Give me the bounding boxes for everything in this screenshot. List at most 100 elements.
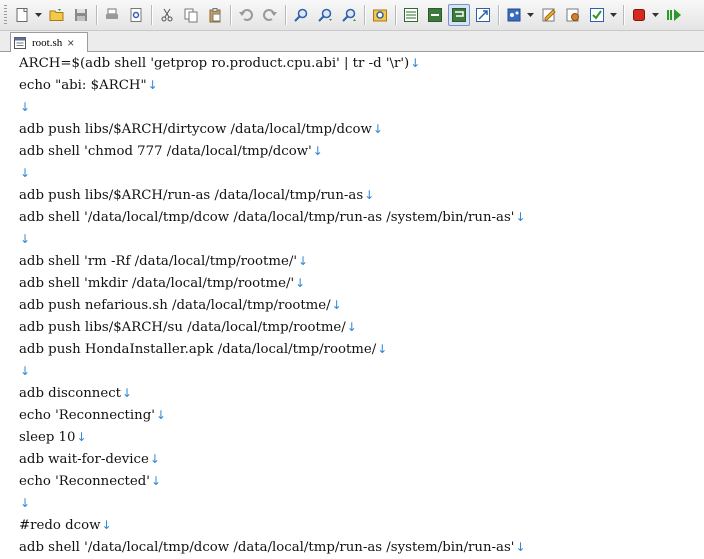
- undo-icon: [238, 7, 254, 23]
- code-line[interactable]: ↓: [19, 228, 30, 250]
- code-text: adb shell '/data/local/tmp/dcow /data/lo…: [19, 210, 515, 225]
- line-ending-icon: ↓: [515, 210, 526, 224]
- chevron-down-icon: [526, 13, 534, 17]
- undo-button[interactable]: [235, 4, 257, 26]
- stop-macro-icon: [631, 7, 647, 23]
- find-button[interactable]: [290, 4, 312, 26]
- code-line[interactable]: #redo dcow↓: [19, 514, 112, 536]
- toolbar-separator: [96, 5, 97, 25]
- toolbar-grip[interactable]: [4, 5, 7, 25]
- code-line[interactable]: adb push libs/$ARCH/su /data/local/tmp/r…: [19, 316, 357, 338]
- find-icon: [293, 7, 309, 23]
- new-file-dropdown[interactable]: [34, 4, 42, 26]
- line-ending-icon: ↓: [20, 364, 31, 378]
- line-ending-icon: ↓: [20, 496, 31, 510]
- tab-root-sh[interactable]: root.sh ×: [10, 32, 88, 52]
- redo-button[interactable]: [259, 4, 281, 26]
- show-whitespace-button[interactable]: [424, 4, 446, 26]
- encoding-button[interactable]: [503, 4, 525, 26]
- toolbar-separator: [623, 5, 624, 25]
- view-settings-button[interactable]: [562, 4, 584, 26]
- code-text: adb shell 'rm -Rf /data/local/tmp/rootme…: [19, 254, 297, 269]
- spellcheck-dropdown[interactable]: [609, 4, 617, 26]
- print-preview-button[interactable]: [125, 4, 147, 26]
- code-line[interactable]: sleep 10↓: [19, 426, 87, 448]
- code-text: sleep 10: [19, 430, 76, 445]
- code-editor[interactable]: ARCH=$(adb shell 'getprop ro.product.cpu…: [0, 52, 704, 559]
- line-ending-icon: ↓: [312, 144, 323, 158]
- find-next-button[interactable]: [314, 4, 336, 26]
- code-line[interactable]: adb push libs/$ARCH/dirtycow /data/local…: [19, 118, 383, 140]
- edit-settings-button[interactable]: [538, 4, 560, 26]
- code-line[interactable]: adb shell '/data/local/tmp/dcow /data/lo…: [19, 206, 526, 228]
- line-ending-icon: ↓: [150, 474, 161, 488]
- code-text: adb shell 'mkdir /data/local/tmp/rootme/…: [19, 276, 295, 291]
- save-button[interactable]: [70, 4, 92, 26]
- code-line[interactable]: echo 'Reconnecting'↓: [19, 404, 166, 426]
- code-text: ARCH=$(adb shell 'getprop ro.product.cpu…: [19, 56, 410, 71]
- line-ending-icon: ↓: [149, 452, 160, 466]
- code-line[interactable]: adb push HondaInstaller.apk /data/local/…: [19, 338, 387, 360]
- show-line-endings-icon: [451, 7, 467, 23]
- encoding-dropdown[interactable]: [526, 4, 534, 26]
- line-ending-icon: ↓: [147, 78, 158, 92]
- chevron-down-icon: [651, 13, 659, 17]
- find-in-files-button[interactable]: [369, 4, 391, 26]
- line-ending-icon: ↓: [346, 320, 357, 334]
- find-previous-button[interactable]: [338, 4, 360, 26]
- paste-icon: [207, 7, 223, 23]
- stop-macro-button[interactable]: [628, 4, 650, 26]
- copy-button[interactable]: [180, 4, 202, 26]
- code-line[interactable]: ↓: [19, 96, 30, 118]
- new-file-button[interactable]: [11, 4, 33, 26]
- code-text: adb disconnect: [19, 386, 122, 401]
- find-previous-icon: [341, 7, 357, 23]
- code-line[interactable]: adb shell 'rm -Rf /data/local/tmp/rootme…: [19, 250, 308, 272]
- fullscreen-button[interactable]: [472, 4, 494, 26]
- toolbar-separator: [364, 5, 365, 25]
- open-folder-button[interactable]: [46, 4, 68, 26]
- code-line[interactable]: echo 'Reconnected'↓: [19, 470, 161, 492]
- code-text: adb shell '/data/local/tmp/dcow /data/lo…: [19, 540, 515, 555]
- word-wrap-button[interactable]: [400, 4, 422, 26]
- code-line[interactable]: adb push nefarious.sh /data/local/tmp/ro…: [19, 294, 342, 316]
- code-line[interactable]: adb wait-for-device↓: [19, 448, 160, 470]
- code-line[interactable]: adb disconnect↓: [19, 382, 132, 404]
- code-line[interactable]: ↓: [19, 360, 30, 382]
- line-ending-icon: ↓: [76, 430, 87, 444]
- code-line[interactable]: ARCH=$(adb shell 'getprop ro.product.cpu…: [19, 52, 420, 74]
- paste-button[interactable]: [204, 4, 226, 26]
- code-line[interactable]: ↓: [19, 492, 30, 514]
- print-button[interactable]: [101, 4, 123, 26]
- code-line[interactable]: ↓: [19, 162, 30, 184]
- show-line-endings-button[interactable]: [448, 4, 470, 26]
- line-ending-icon: ↓: [101, 518, 112, 532]
- code-text: adb shell 'chmod 777 /data/local/tmp/dco…: [19, 144, 312, 159]
- tab-close-icon[interactable]: ×: [67, 37, 74, 49]
- spellcheck-icon: [589, 7, 605, 23]
- play-macro-icon: [666, 7, 682, 23]
- cut-button[interactable]: [156, 4, 178, 26]
- toolbar-separator: [151, 5, 152, 25]
- code-line[interactable]: adb shell '/data/local/tmp/dcow /data/lo…: [19, 536, 526, 558]
- file-icon: [14, 36, 26, 49]
- code-text: adb push libs/$ARCH/run-as /data/local/t…: [19, 188, 364, 203]
- code-line[interactable]: adb shell 'mkdir /data/local/tmp/rootme/…: [19, 272, 305, 294]
- tab-bar: root.sh ×: [0, 31, 704, 52]
- line-ending-icon: ↓: [410, 56, 421, 70]
- code-line[interactable]: echo "abi: $ARCH"↓: [19, 74, 158, 96]
- toolbar-separator: [230, 5, 231, 25]
- play-macro-button[interactable]: [663, 4, 685, 26]
- code-text: adb push libs/$ARCH/su /data/local/tmp/r…: [19, 320, 346, 335]
- code-line[interactable]: adb shell 'chmod 777 /data/local/tmp/dco…: [19, 140, 323, 162]
- line-ending-icon: ↓: [372, 122, 383, 136]
- chevron-down-icon: [609, 13, 617, 17]
- stop-macro-dropdown[interactable]: [651, 4, 659, 26]
- line-ending-icon: ↓: [20, 232, 31, 246]
- code-text: adb push nefarious.sh /data/local/tmp/ro…: [19, 298, 331, 313]
- code-line[interactable]: adb push libs/$ARCH/run-as /data/local/t…: [19, 184, 374, 206]
- line-ending-icon: ↓: [297, 254, 309, 268]
- spellcheck-button[interactable]: [586, 4, 608, 26]
- code-text: adb push libs/$ARCH/dirtycow /data/local…: [19, 122, 372, 137]
- line-ending-icon: ↓: [20, 166, 31, 180]
